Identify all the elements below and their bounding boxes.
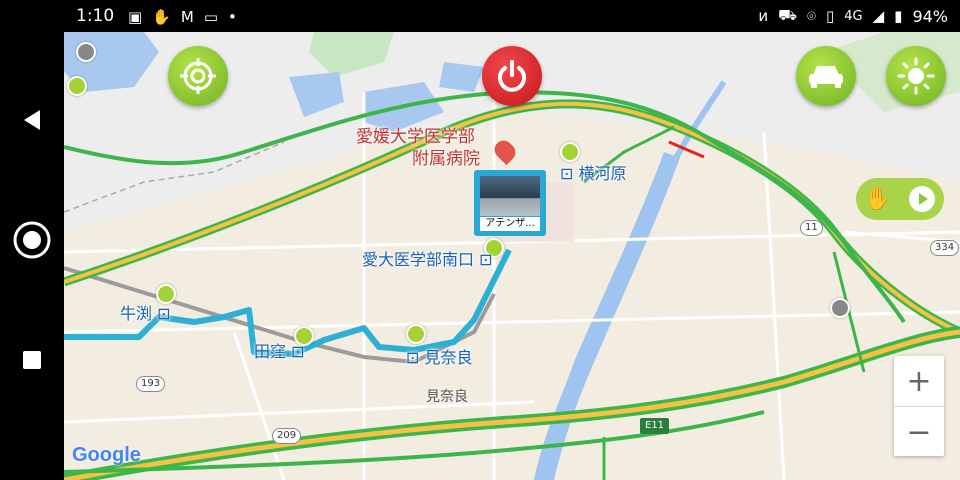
gmail-icon: M: [180, 8, 194, 26]
network-label: 4G: [844, 8, 863, 24]
vibrate-icon: ▯: [826, 7, 835, 25]
gesture-play-toggle[interactable]: ✋: [856, 178, 944, 220]
car-button[interactable]: [796, 46, 856, 106]
mirai-station-label: 見奈良: [424, 348, 473, 367]
car-photo-thumbnail: [480, 176, 540, 216]
vr-icon: ▭: [203, 8, 219, 26]
location-icon: ⌾: [806, 7, 816, 25]
power-icon: [498, 60, 526, 92]
ushibuchi-label: 牛渕: [120, 304, 153, 323]
status-bar: 1:10 ▣ ✋ M ▭ • ᴎ ⛟ ⌾ ▯ 4G ◢ ▮ 94%: [0, 0, 960, 32]
back-icon: [24, 110, 40, 130]
power-button[interactable]: [482, 46, 542, 106]
station-ushibuchi: 牛渕 ⊡: [120, 304, 171, 323]
station-tabuku: 田窪 ⊡: [254, 342, 305, 361]
car-wifi-icon: ⛟: [778, 6, 797, 24]
play-icon: [908, 186, 935, 212]
nfc-icon: ᴎ: [758, 7, 769, 25]
route-shield-e11: E11: [640, 418, 670, 434]
tabuku-label: 田窪: [254, 342, 287, 361]
back-button[interactable]: [12, 100, 52, 140]
brightness-button[interactable]: [886, 46, 946, 106]
map-waypoint[interactable]: [560, 142, 580, 162]
car-icon: [809, 66, 843, 88]
map-view[interactable]: 愛媛大学医学部 附属病院 ⊡ 横河原 愛大医学部南口 ⊡ 牛渕 ⊡ 田窪 ⊡ ⊡…: [64, 32, 960, 480]
locate-button[interactable]: [168, 46, 228, 106]
map-waypoint[interactable]: [76, 42, 96, 62]
route-shield-209: 209: [272, 428, 302, 444]
aidai-label: 愛大医学部南口: [362, 250, 475, 269]
map-waypoint[interactable]: [830, 298, 850, 318]
zoom-out-button[interactable]: −: [894, 407, 944, 457]
hospital-label-line1: 愛媛大学医学部: [356, 127, 475, 147]
crosshair-icon: [180, 58, 216, 94]
sun-icon: [897, 57, 935, 95]
google-attribution: Google: [72, 444, 141, 466]
hand-icon: ✋: [152, 8, 171, 26]
battery-level: 94%: [912, 6, 948, 26]
station-mirai: ⊡ 見奈良: [406, 348, 473, 367]
hand-icon: ✋: [864, 186, 892, 212]
hospital-label-line2: 附属病院: [412, 149, 480, 169]
zoom-controls: + −: [894, 356, 944, 456]
signal-icon: ◢: [872, 7, 885, 25]
battery-icon: ▮: [894, 7, 903, 25]
recents-button[interactable]: [12, 340, 52, 380]
map-waypoint[interactable]: [67, 76, 87, 96]
photo-marker-caption: アテンザ...: [480, 217, 540, 231]
route-shield-334: 334: [930, 240, 960, 256]
navigation-bar: [0, 32, 64, 480]
route-shield-193: 193: [136, 376, 166, 392]
clock: 1:10: [76, 6, 115, 26]
dot-icon: •: [228, 8, 237, 26]
hospital-label: 愛媛大学医学部 附属病院: [356, 126, 480, 170]
zoom-in-button[interactable]: +: [894, 356, 944, 406]
station-yokogawara: ⊡ 横河原: [560, 164, 627, 183]
route-shield-11: 11: [800, 220, 823, 236]
home-button[interactable]: [12, 220, 52, 260]
google-logo: Google: [72, 444, 141, 467]
map-waypoint[interactable]: [406, 324, 426, 344]
stop-aidai-minamiguchi: 愛大医学部南口 ⊡: [362, 250, 493, 269]
mirai-area-label: 見奈良: [426, 389, 468, 405]
yokogawara-label: 横河原: [578, 164, 627, 183]
home-icon: [13, 221, 51, 259]
photo-marker[interactable]: アテンザ...: [474, 170, 546, 236]
recents-icon: [23, 351, 41, 369]
image-icon: ▣: [128, 8, 143, 26]
